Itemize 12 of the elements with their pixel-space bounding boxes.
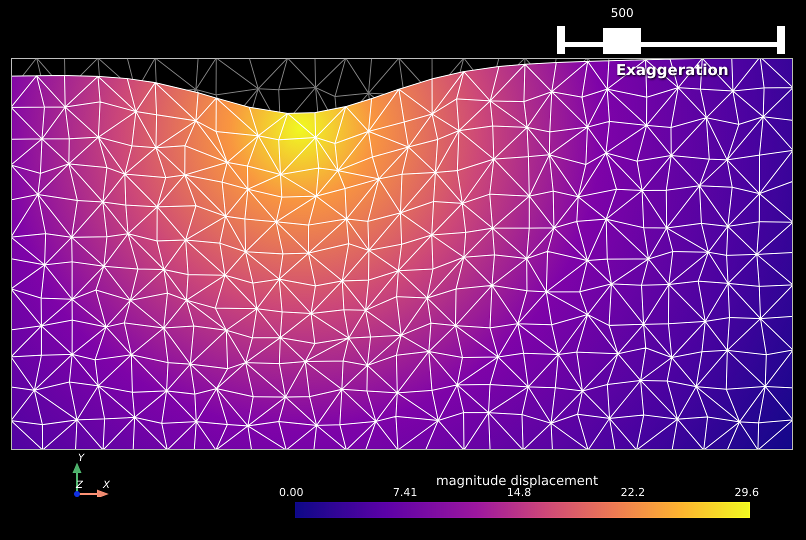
color-bar-title: magnitude displacement (436, 474, 598, 489)
tick-label: 29.6 (734, 486, 759, 499)
slider-value: 500 (610, 6, 634, 20)
tick-label: 0.00 (279, 486, 304, 499)
exaggeration-slider[interactable] (557, 26, 785, 54)
tick-label: 22.2 (620, 486, 646, 499)
slider-thumb[interactable] (603, 28, 642, 54)
axis-label: Y (78, 453, 84, 464)
axis-label: X (103, 480, 110, 491)
axes-drawing (70, 462, 110, 497)
tick-label: 7.41 (392, 486, 418, 499)
tick-label: 14.8 (506, 486, 532, 499)
